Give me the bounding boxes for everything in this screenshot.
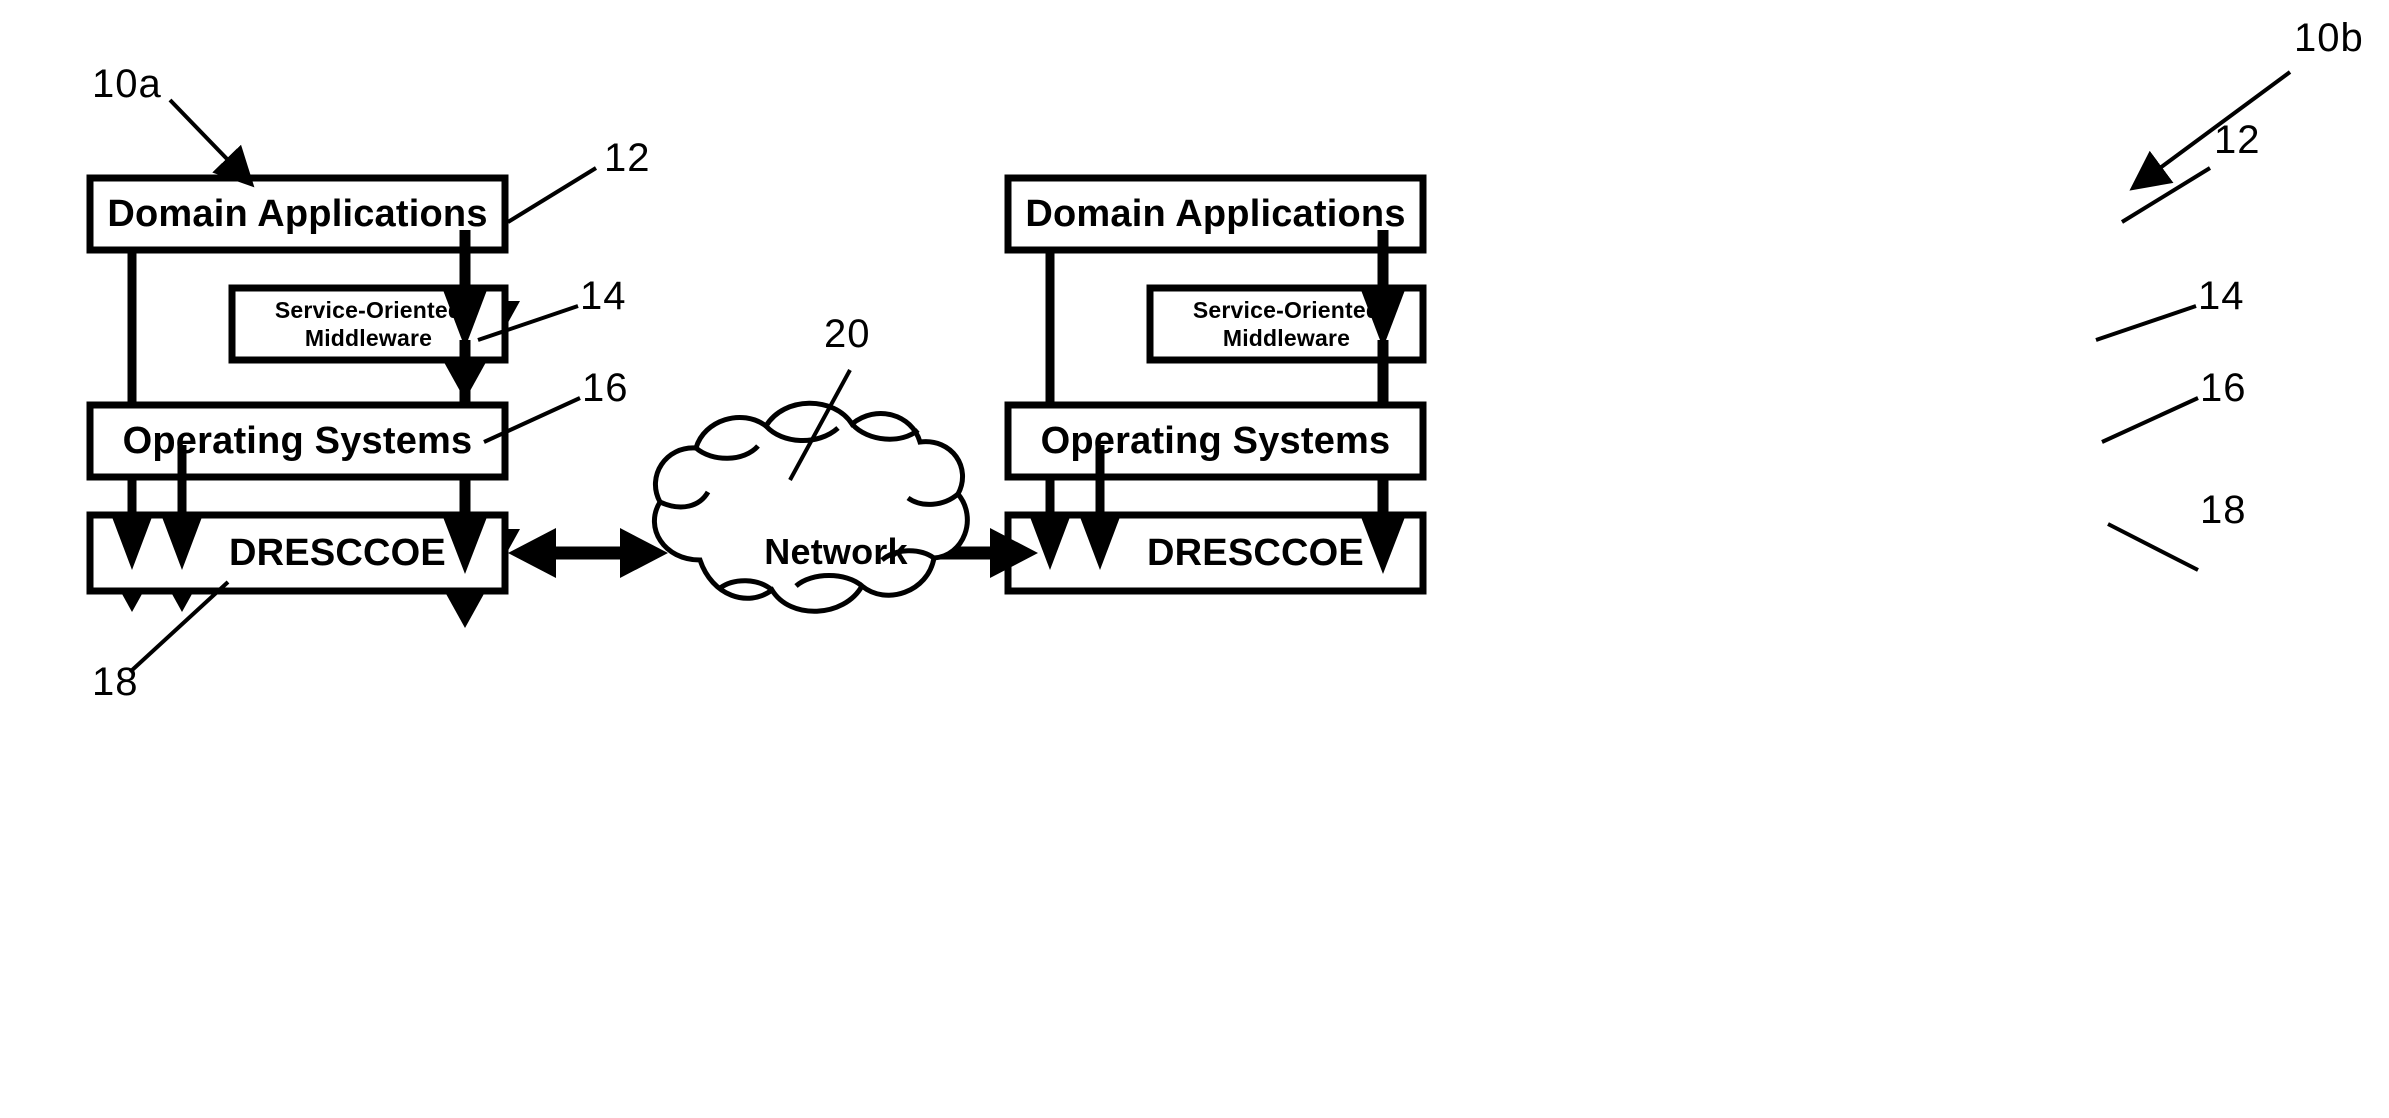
ref-12-left: 12: [604, 136, 651, 180]
right-system-group: [1004, 70, 2292, 595]
leader-12-right: [2120, 166, 2212, 224]
ref-18-right: 18: [2200, 488, 2247, 532]
left-system-group: [86, 98, 598, 674]
ref-18-left: 18: [92, 660, 139, 704]
leader-16-right: [2101, 396, 2199, 444]
patent-figure: Domain Applications Service-Oriented Mid…: [0, 0, 2389, 1118]
leader-12-left: [506, 166, 598, 224]
ref-16-right: 16: [2200, 366, 2247, 410]
left-operating-systems-box: [86, 401, 509, 481]
right-drescoe-box: [1004, 511, 1427, 595]
ref-16-left: 16: [582, 366, 629, 410]
left-domain-applications-box: [86, 174, 509, 254]
leader-10a: [168, 98, 255, 188]
ref-20: 20: [824, 312, 871, 356]
right-operating-systems-box: [1004, 401, 1427, 481]
leader-18-right: [2107, 522, 2199, 572]
leader-18-left: [128, 580, 230, 674]
figure-canvas: [86, 70, 2292, 674]
network-arrow-left: [508, 528, 668, 578]
leader-14-right: [2095, 304, 2197, 342]
ref-12-right: 12: [2214, 118, 2261, 162]
ref-10b: 10b: [2294, 16, 2364, 60]
ref-14-left: 14: [580, 274, 627, 318]
left-drescoe-box: [86, 511, 509, 595]
ref-14-right: 14: [2198, 274, 2245, 318]
right-domain-applications-box: [1004, 174, 1427, 254]
ref-10a: 10a: [92, 62, 162, 106]
